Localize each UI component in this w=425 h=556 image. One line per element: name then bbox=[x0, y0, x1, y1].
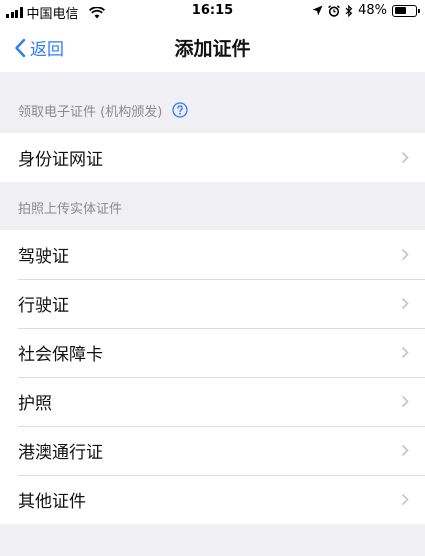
list-item-vehicle-license[interactable]: 行驶证 bbox=[0, 279, 425, 328]
list-item-label: 港澳通行证 bbox=[18, 443, 103, 463]
status-right: 48% bbox=[312, 3, 420, 18]
question-icon[interactable] bbox=[172, 102, 188, 118]
section-header-photo: 拍照上传实体证件 bbox=[0, 197, 425, 217]
alarm-icon bbox=[328, 4, 340, 17]
chevron-right-icon bbox=[401, 297, 409, 310]
list-item-hk-macau-permit[interactable]: 港澳通行证 bbox=[0, 426, 425, 475]
photo-id-list: 驾驶证 行驶证 社会保障卡 护照 港澳通行证 其他证件 bbox=[0, 230, 425, 524]
list-item-label: 驾驶证 bbox=[18, 247, 69, 267]
battery-cap bbox=[417, 9, 420, 13]
electronic-id-list: 身份证网证 bbox=[0, 133, 425, 182]
chevron-right-icon bbox=[401, 395, 409, 408]
list-item-passport[interactable]: 护照 bbox=[0, 377, 425, 426]
list-item-driver-license[interactable]: 驾驶证 bbox=[0, 230, 425, 279]
section-title-electronic: 领取电子证件 (机构颁发) bbox=[18, 104, 163, 120]
location-icon bbox=[312, 5, 323, 16]
chevron-right-icon bbox=[401, 346, 409, 359]
bluetooth-icon bbox=[345, 4, 353, 17]
battery-icon bbox=[392, 4, 420, 17]
page-title: 添加证件 bbox=[174, 38, 251, 60]
list-item-label: 身份证网证 bbox=[18, 150, 103, 170]
battery-percent: 48% bbox=[358, 3, 387, 18]
list-item-social-security-card[interactable]: 社会保障卡 bbox=[0, 328, 425, 377]
list-item-label: 社会保障卡 bbox=[18, 345, 103, 365]
battery-fill bbox=[394, 7, 406, 14]
list-item-label: 其他证件 bbox=[18, 492, 86, 512]
chevron-right-icon bbox=[401, 493, 409, 506]
list-item-label: 护照 bbox=[18, 394, 52, 414]
status-bar: 中国电信 16:15 48% bbox=[0, 0, 425, 22]
chevron-right-icon bbox=[401, 248, 409, 261]
section-header-electronic: 领取电子证件 (机构颁发) bbox=[0, 100, 425, 120]
navigation-bar: 返回 添加证件 bbox=[0, 22, 425, 72]
chevron-right-icon bbox=[401, 151, 409, 164]
list-item-other-documents[interactable]: 其他证件 bbox=[0, 475, 425, 524]
chevron-right-icon bbox=[401, 444, 409, 457]
section-title-photo: 拍照上传实体证件 bbox=[18, 201, 123, 217]
list-item-label: 行驶证 bbox=[18, 296, 69, 316]
list-item-id-card-online[interactable]: 身份证网证 bbox=[0, 133, 425, 182]
